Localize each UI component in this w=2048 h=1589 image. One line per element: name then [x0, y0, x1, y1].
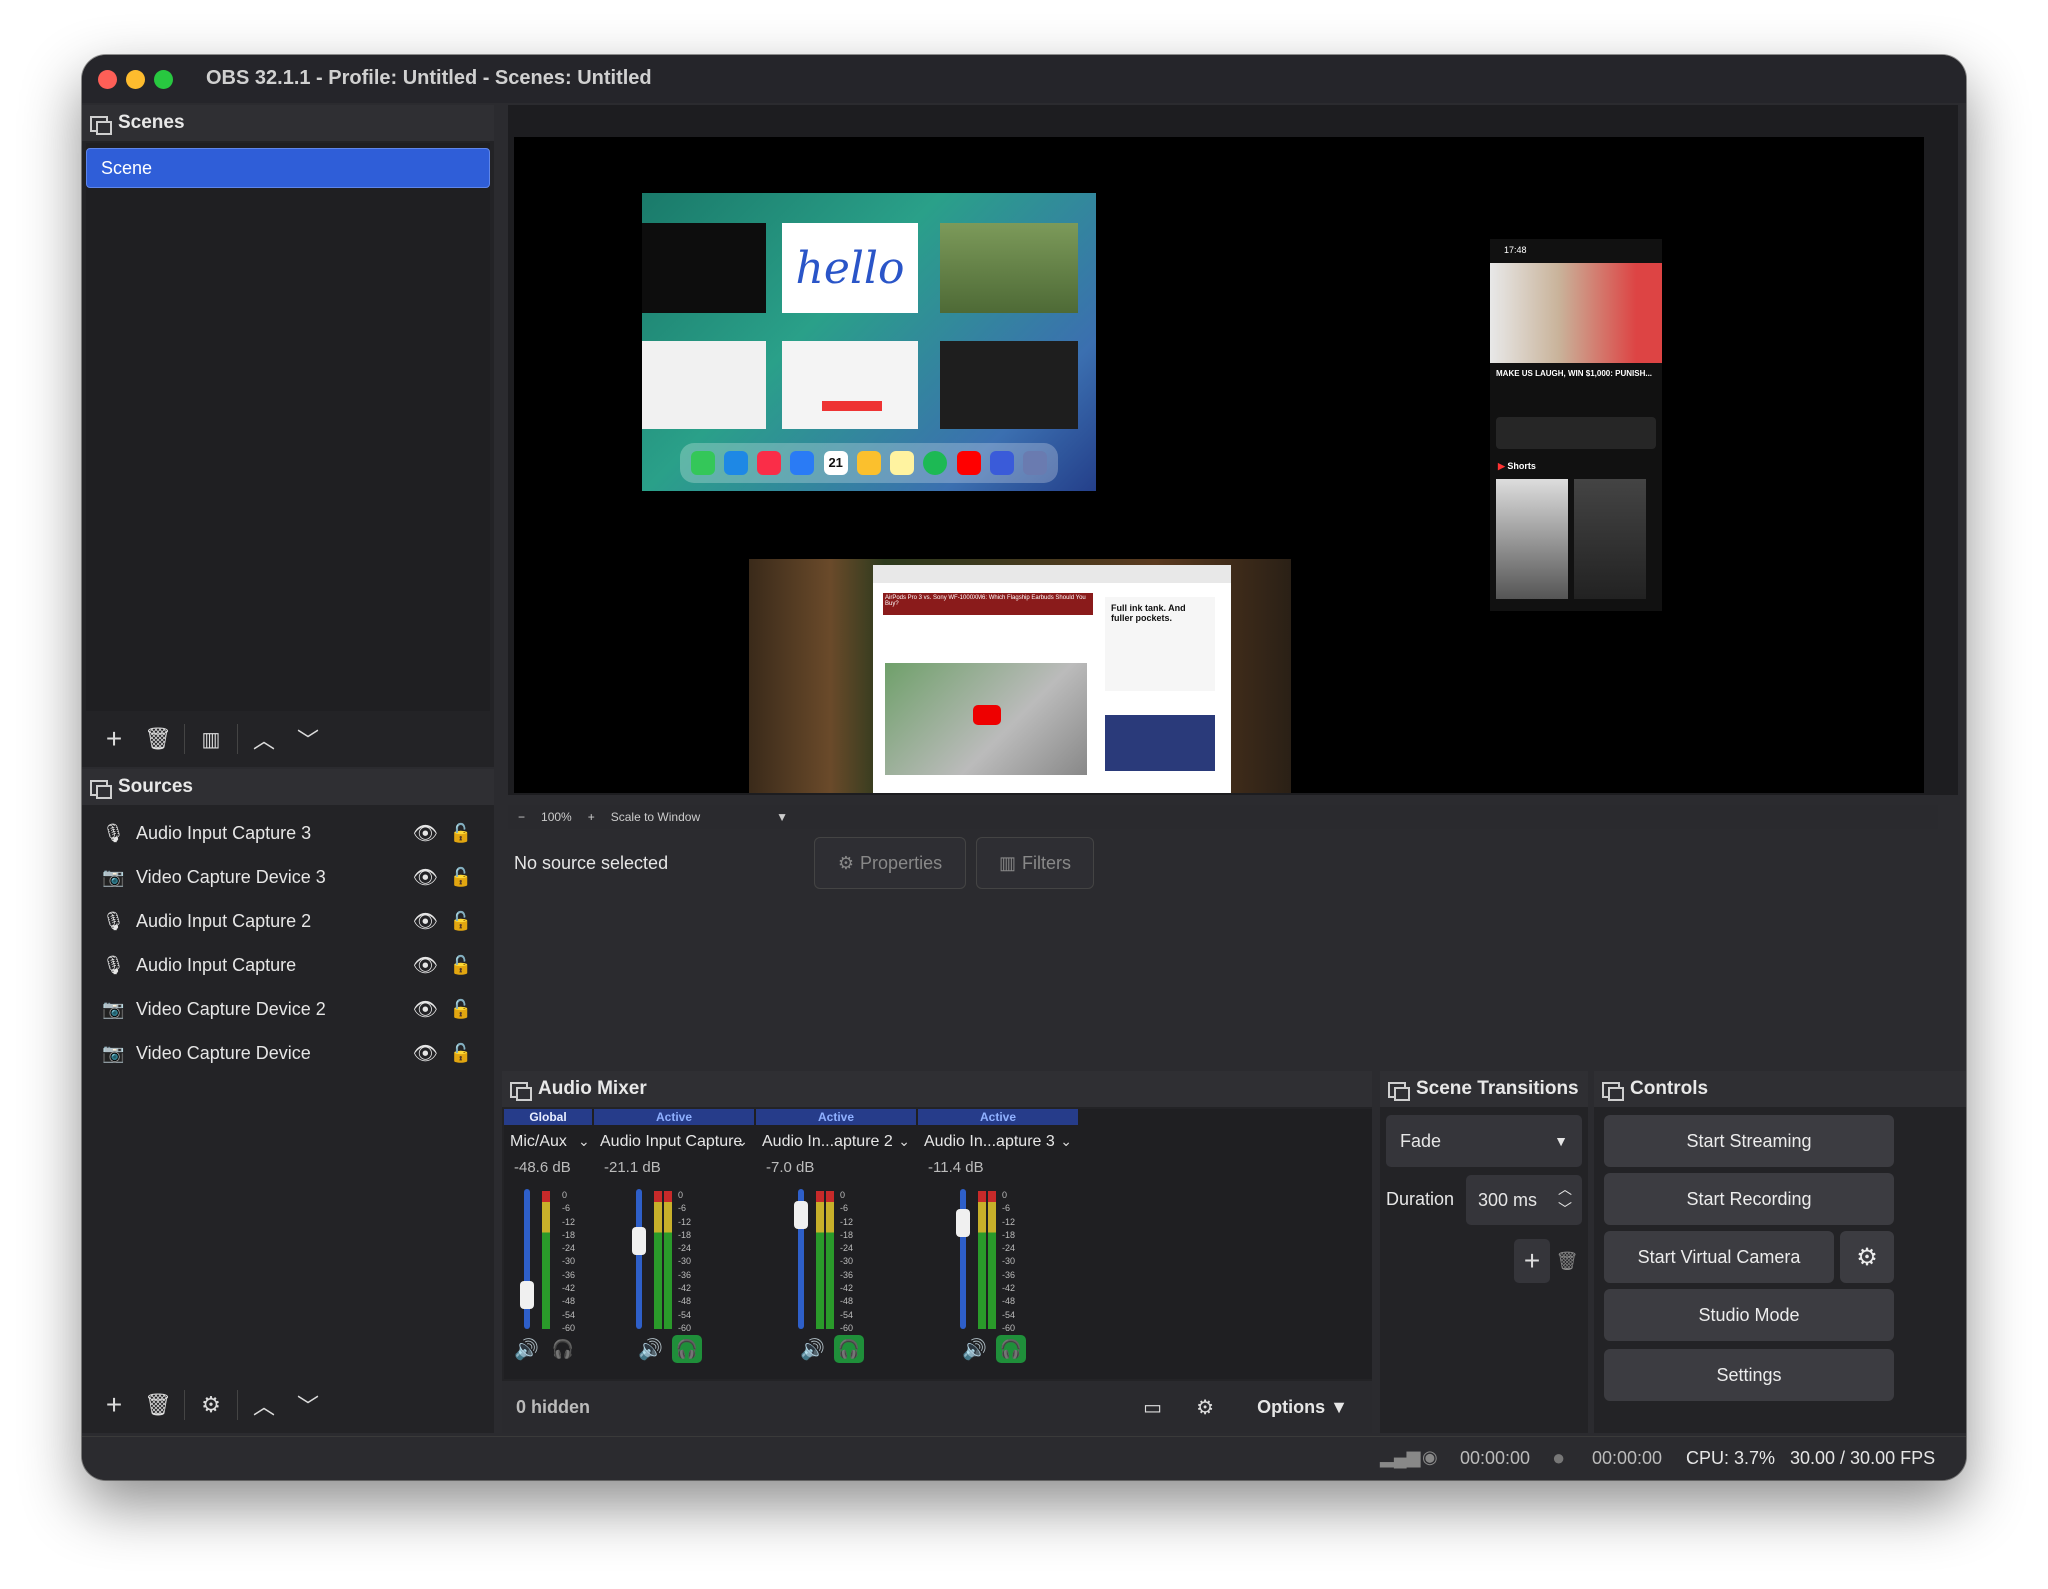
meter-scale: 0 -6 -12 -18 -24 -30 -36 -42 -48 -54 -60 [562, 1190, 576, 1333]
channel-tag: Global [504, 1109, 592, 1125]
fader-knob[interactable] [520, 1281, 534, 1309]
stream-status-icon: ◉ [1422, 1447, 1438, 1467]
channel-name[interactable]: Audio In...apture 3 [924, 1133, 1055, 1151]
scene-transitions-dock: Scene Transitions Fade ▼ Duration 300 ms… [1380, 1071, 1588, 1433]
audio-mixer-title: Audio Mixer [538, 1078, 647, 1099]
speaker-icon[interactable]: 🔊 [800, 1337, 825, 1362]
level-meter [664, 1191, 672, 1329]
level-meter [988, 1191, 996, 1329]
caret-down-icon: ▼ [1330, 1396, 1348, 1417]
advanced-audio-icon[interactable]: ⚙ [1196, 1395, 1214, 1420]
studio-mode-label: Studio Mode [1698, 1304, 1800, 1325]
options-button[interactable]: Options ▼ [1257, 1397, 1348, 1418]
start-virtual-camera-button[interactable]: Start Virtual Camera [1604, 1231, 1834, 1283]
volume-fader[interactable] [632, 1189, 646, 1329]
chevron-down-icon[interactable]: ⌄ [736, 1133, 748, 1150]
volume-fader[interactable] [956, 1189, 970, 1329]
scene-transitions-title: Scene Transitions [1416, 1078, 1579, 1099]
lower-panels: Audio Mixer Global Mic/Aux ⌄ -48.6 dB 0 -6… [82, 55, 1966, 1480]
transition-select[interactable]: Fade ▼ [1386, 1115, 1582, 1167]
mixer-channel-3: Active Audio In...apture 3 ⌄ -11.4 dB 0 -6… [918, 1109, 1080, 1379]
spin-up-icon[interactable]: ︿ [1558, 1179, 1572, 1199]
settings-label: Settings [1716, 1364, 1782, 1385]
level-meter [542, 1191, 550, 1329]
channel-tag: Active [594, 1109, 754, 1125]
channel-db: -7.0 dB [766, 1159, 815, 1176]
level-meter [978, 1191, 986, 1329]
channel-db: -21.1 dB [604, 1159, 661, 1176]
layout-toggle-icon[interactable]: ▭ [1143, 1395, 1162, 1420]
network-bars-icon: ▂▄▆ [1380, 1447, 1421, 1467]
channel-name[interactable]: Audio Input Capture [600, 1133, 742, 1151]
headphones-off-icon[interactable]: 🎧 [548, 1335, 578, 1363]
transition-type: Fade [1400, 1130, 1442, 1151]
start-recording-button[interactable]: Start Recording [1604, 1173, 1894, 1225]
settings-button[interactable]: Settings [1604, 1349, 1894, 1401]
controls-dock: Controls Start Streaming Start Recording… [1594, 1071, 1966, 1433]
virtual-camera-settings-button[interactable]: ⚙ [1840, 1231, 1894, 1283]
dock-icon [1388, 1080, 1410, 1101]
record-time: 00:00:00 [1592, 1448, 1663, 1468]
gear-icon: ⚙ [1856, 1243, 1878, 1271]
fader-knob[interactable] [632, 1227, 646, 1255]
fps-readout: 30.00 / 30.00 FPS [1790, 1448, 1936, 1468]
meter-scale: 0 -6 -12 -18 -24 -30 -36 -42 -48 -54 -60 [1002, 1190, 1016, 1333]
level-meter [654, 1191, 662, 1329]
stream-time: 00:00:00 [1460, 1448, 1531, 1468]
caret-down-icon: ▼ [1554, 1133, 1568, 1149]
audio-mixer-panel: Audio Mixer Global Mic/Aux ⌄ -48.6 dB 0 -6… [502, 1071, 1372, 1433]
chevron-down-icon[interactable]: ⌄ [1060, 1133, 1072, 1150]
channel-name[interactable]: Audio In...apture 2 [762, 1133, 893, 1151]
volume-fader[interactable] [520, 1189, 534, 1329]
mixer-channel-2: Active Audio In...apture 2 ⌄ -7.0 dB 0 -6-… [756, 1109, 918, 1379]
hidden-count[interactable]: 0 hidden [516, 1397, 590, 1418]
speaker-icon[interactable]: 🔊 [962, 1337, 987, 1362]
level-meter [826, 1191, 834, 1329]
chevron-down-icon[interactable]: ⌄ [578, 1133, 590, 1150]
add-transition-button[interactable]: + [1514, 1239, 1550, 1283]
channel-tag: Active [918, 1109, 1078, 1125]
meter-scale: 0 -6 -12 -18 -24 -30 -36 -42 -48 -54 -60 [678, 1190, 692, 1333]
start-streaming-button[interactable]: Start Streaming [1604, 1115, 1894, 1167]
mixer-strip: Global Mic/Aux ⌄ -48.6 dB 0 -6 -12 -18 -24 -30… [504, 1109, 1372, 1379]
fader-knob[interactable] [956, 1209, 970, 1237]
headphones-icon[interactable]: 🎧 [834, 1335, 864, 1363]
headphones-icon[interactable]: 🎧 [996, 1335, 1026, 1363]
audio-mixer-header: Audio Mixer [502, 1071, 1372, 1107]
dock-icon [510, 1080, 532, 1101]
status-bar-content: ▂▄▆ ◉ 00:00:00 ● 00:00:00 CPU: 3.7% 30.0… [82, 1436, 1966, 1480]
speaker-icon[interactable]: 🔊 [638, 1337, 663, 1362]
controls-header: Controls [1594, 1071, 1966, 1107]
duration-label: Duration [1386, 1189, 1455, 1209]
channel-db: -48.6 dB [514, 1159, 571, 1176]
record-status-icon: ● [1552, 1445, 1566, 1470]
chevron-down-icon[interactable]: ⌄ [898, 1133, 910, 1150]
dock-icon [1602, 1080, 1624, 1101]
options-label: Options [1257, 1396, 1326, 1417]
duration-spinbox[interactable]: 300 ms ︿ ﹀ [1466, 1175, 1582, 1225]
volume-fader[interactable] [794, 1189, 808, 1329]
controls-title: Controls [1630, 1078, 1709, 1099]
remove-transition-button[interactable]: 🗑 [1552, 1239, 1582, 1283]
start-streaming-label: Start Streaming [1686, 1130, 1812, 1151]
start-virtual-camera-label: Start Virtual Camera [1637, 1246, 1801, 1267]
cpu-usage: CPU: 3.7% [1686, 1448, 1776, 1468]
mixer-footer: 0 hidden ▭ ⚙ Options ▼ [502, 1381, 1372, 1433]
channel-db: -11.4 dB [928, 1159, 984, 1176]
channel-name[interactable]: Mic/Aux [510, 1133, 567, 1151]
trash-icon: 🗑 [1555, 1250, 1579, 1271]
meter-scale: 0 -6 -12 -18 -24 -30 -36 -42 -48 -54 -60 [840, 1190, 854, 1333]
scene-transitions-header: Scene Transitions [1380, 1071, 1588, 1107]
mixer-channel-1: Active Audio Input Capture ⌄ -21.1 dB 0 -6… [594, 1109, 756, 1379]
headphones-icon[interactable]: 🎧 [672, 1335, 702, 1363]
duration-value: 300 ms [1478, 1189, 1538, 1210]
level-meter [816, 1191, 824, 1329]
studio-mode-button[interactable]: Studio Mode [1604, 1289, 1894, 1341]
start-recording-label: Start Recording [1686, 1188, 1812, 1209]
spin-down-icon[interactable]: ﹀ [1558, 1199, 1572, 1219]
speaker-icon[interactable]: 🔊 [514, 1337, 539, 1362]
channel-tag: Active [756, 1109, 916, 1125]
plus-icon: + [1523, 1245, 1541, 1276]
fader-knob[interactable] [794, 1201, 808, 1229]
